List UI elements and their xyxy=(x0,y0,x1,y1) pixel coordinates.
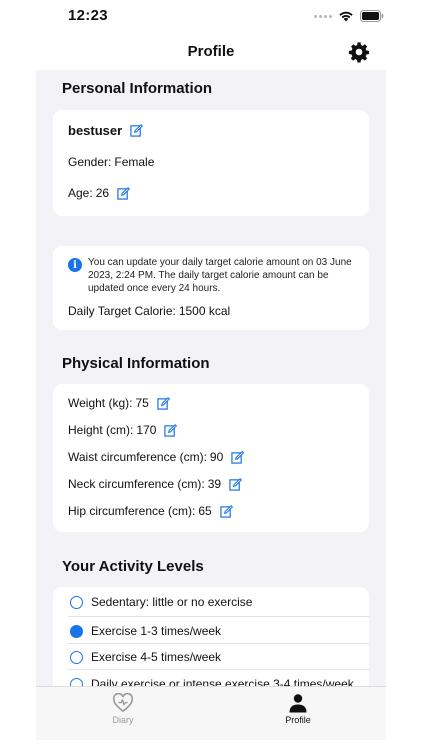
radio-button[interactable] xyxy=(70,650,83,664)
activity-option-1-3[interactable]: Exercise 1-3 times/week xyxy=(70,624,221,638)
age-row: Age: 26 xyxy=(68,186,131,200)
divider xyxy=(68,643,369,644)
calorie-notice: i You can update your daily target calor… xyxy=(68,256,358,295)
waist-label: Waist circumference (cm): xyxy=(68,450,207,464)
daily-target-row: Daily Target Calorie: 1500 kcal xyxy=(68,304,230,318)
hip-row: Hip circumference (cm): 65 xyxy=(68,504,233,518)
edit-username-icon[interactable] xyxy=(130,124,144,137)
battery-icon xyxy=(360,10,384,22)
status-bar: 12:23 xyxy=(0,0,422,32)
status-time: 12:23 xyxy=(68,7,108,24)
activity-heading: Your Activity Levels xyxy=(62,558,204,575)
weight-label: Weight (kg): xyxy=(68,396,133,410)
person-icon xyxy=(289,694,307,713)
radio-button-selected[interactable] xyxy=(70,624,83,638)
height-value: 170 xyxy=(136,423,157,437)
edit-waist-icon[interactable] xyxy=(231,450,245,464)
activity-option-label: Sedentary: little or no exercise xyxy=(91,595,253,609)
wifi-icon xyxy=(339,11,353,22)
calorie-notice-text: You can update your daily target calorie… xyxy=(88,257,352,294)
status-icons xyxy=(314,10,384,22)
page-title: Profile xyxy=(187,43,235,60)
hip-label: Hip circumference (cm): xyxy=(68,504,196,518)
daily-target-value: 1500 kcal xyxy=(178,304,231,318)
cellular-signal-icon xyxy=(314,14,332,18)
age-label: Age: xyxy=(68,186,93,200)
personal-info-heading: Personal Information xyxy=(62,80,213,97)
tab-bar: Diary Profile xyxy=(36,686,386,740)
radio-button[interactable] xyxy=(70,595,83,609)
radio-button[interactable] xyxy=(70,677,83,686)
gender-value: Female xyxy=(114,155,155,169)
activity-option-4-5[interactable]: Exercise 4-5 times/week xyxy=(70,650,221,664)
gender-label: Gender: xyxy=(68,155,112,169)
activity-card: Sedentary: little or no exercise Exercis… xyxy=(53,587,369,686)
physical-info-heading: Physical Information xyxy=(62,355,210,372)
daily-target-label: Daily Target Calorie: xyxy=(68,304,176,318)
tab-diary[interactable]: Diary xyxy=(83,693,163,725)
info-icon: i xyxy=(68,258,82,272)
tab-profile[interactable]: Profile xyxy=(258,693,338,725)
activity-option-sedentary[interactable]: Sedentary: little or no exercise xyxy=(70,595,252,609)
personal-info-card: bestuser Gender: Female Age: 26 xyxy=(53,110,369,216)
hip-value: 65 xyxy=(198,504,212,518)
weight-row: Weight (kg): 75 xyxy=(68,396,170,410)
edit-hip-icon[interactable] xyxy=(220,504,233,518)
settings-gear-icon[interactable] xyxy=(348,41,370,63)
gender-row: Gender: Female xyxy=(68,155,154,169)
edit-age-icon[interactable] xyxy=(117,186,131,200)
physical-info-card: Weight (kg): 75 Height (cm): 170 Waist c… xyxy=(53,384,369,532)
height-label: Height (cm): xyxy=(68,423,134,437)
neck-row: Neck circumference (cm): 39 xyxy=(68,477,243,491)
weight-value: 75 xyxy=(135,396,149,410)
activity-option-label: Exercise 4-5 times/week xyxy=(91,650,222,664)
activity-option-label: Daily exercise or intense exercise 3-4 t… xyxy=(91,677,354,686)
tab-diary-label: Diary xyxy=(112,715,134,725)
height-row: Height (cm): 170 xyxy=(68,423,178,437)
activity-option-daily[interactable]: Daily exercise or intense exercise 3-4 t… xyxy=(70,677,354,686)
username-row: bestuser xyxy=(68,123,144,138)
edit-weight-icon[interactable] xyxy=(157,396,170,410)
calorie-card: i You can update your daily target calor… xyxy=(53,246,369,330)
activity-option-label: Exercise 1-3 times/week xyxy=(91,624,222,638)
profile-content[interactable]: Personal Information bestuser Gender: Fe… xyxy=(36,70,386,686)
neck-label: Neck circumference (cm): xyxy=(68,477,205,491)
edit-height-icon[interactable] xyxy=(164,423,178,437)
waist-row: Waist circumference (cm): 90 xyxy=(68,450,245,464)
divider xyxy=(68,669,369,670)
navigation-bar: Profile xyxy=(36,32,386,70)
neck-value: 39 xyxy=(207,477,222,491)
tab-profile-label: Profile xyxy=(285,715,311,725)
heart-pulse-icon xyxy=(112,693,134,713)
waist-value: 90 xyxy=(209,450,224,464)
edit-neck-icon[interactable] xyxy=(229,477,243,491)
age-value: 26 xyxy=(95,186,110,200)
divider xyxy=(68,616,369,617)
username: bestuser xyxy=(68,123,123,138)
